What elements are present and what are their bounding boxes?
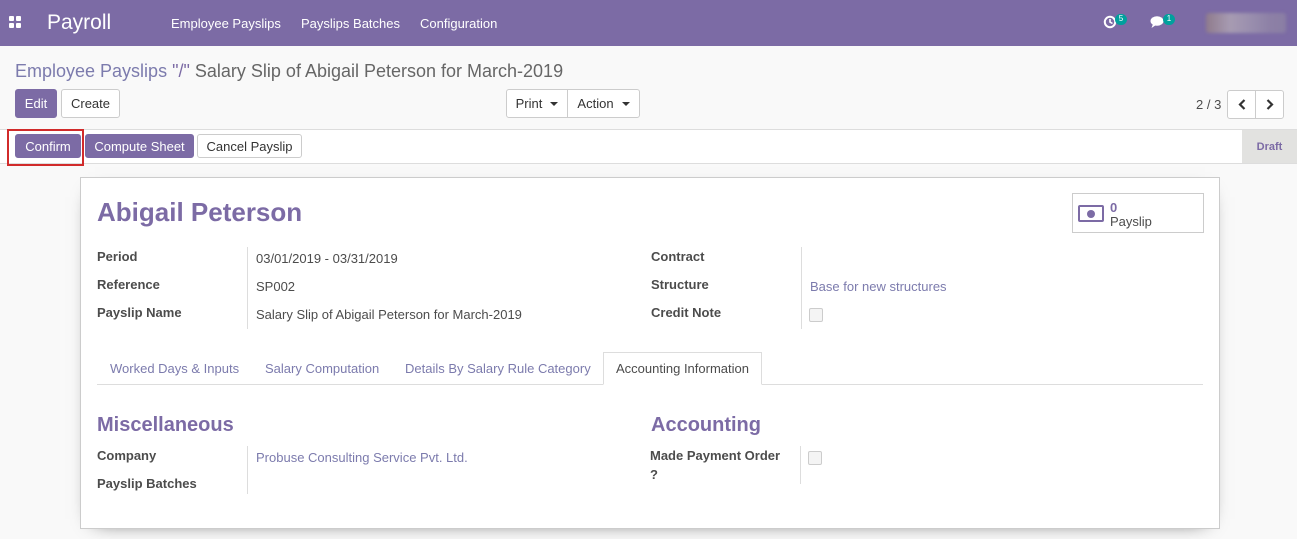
- left-group-divider: [247, 247, 248, 329]
- apps-menu-icon[interactable]: [9, 16, 21, 28]
- tab-salary-computation[interactable]: Salary Computation: [265, 361, 379, 376]
- pager-next-button[interactable]: [1255, 90, 1284, 119]
- payslip-batches-label: Payslip Batches: [97, 476, 197, 491]
- accounting-group-divider: [800, 446, 801, 484]
- breadcrumb-separator: "/": [172, 61, 190, 81]
- print-dropdown-button[interactable]: Print: [506, 89, 568, 118]
- payslip-smart-button[interactable]: 0 Payslip: [1072, 193, 1204, 233]
- period-label: Period: [97, 249, 138, 264]
- structure-link[interactable]: Base for new structures: [810, 279, 947, 294]
- tab-accounting-information[interactable]: Accounting Information: [603, 352, 762, 385]
- edit-button[interactable]: Edit: [15, 89, 57, 118]
- pager-value[interactable]: 2 / 3: [1196, 97, 1221, 112]
- pager-previous-button[interactable]: [1227, 90, 1256, 119]
- breadcrumb: Employee Payslips "/" Salary Slip of Abi…: [15, 61, 563, 82]
- confirm-button[interactable]: Confirm: [15, 134, 81, 158]
- money-bill-icon: [1078, 205, 1104, 222]
- company-link[interactable]: Probuse Consulting Service Pvt. Ltd.: [256, 450, 468, 465]
- print-caret-icon: [550, 101, 559, 106]
- accounting-title: Accounting: [651, 414, 761, 436]
- payslip-name-value: Salary Slip of Abigail Peterson for Marc…: [256, 307, 522, 322]
- structure-label: Structure: [651, 277, 709, 292]
- made-payment-order-checkbox[interactable]: [808, 451, 822, 465]
- action-label: Action: [577, 96, 614, 111]
- made-payment-order-label: Made Payment Order: [650, 448, 781, 463]
- cancel-payslip-button[interactable]: Cancel Payslip: [197, 134, 302, 158]
- chevron-right-icon: [1266, 99, 1274, 110]
- employee-name: Abigail Peterson: [97, 197, 303, 227]
- form-statusbar: [0, 129, 1297, 164]
- credit-note-checkbox[interactable]: [809, 308, 823, 322]
- menu-payslips-batches[interactable]: Payslips Batches: [301, 16, 400, 31]
- payslip-name-label: Payslip Name: [97, 305, 182, 320]
- messages-count-badge: 1: [1163, 14, 1175, 25]
- action-caret-icon: [621, 101, 630, 106]
- miscellaneous-title: Miscellaneous: [97, 414, 234, 436]
- chevron-left-icon: [1237, 99, 1245, 110]
- user-menu-avatar[interactable]: [1206, 13, 1286, 33]
- credit-note-label: Credit Note: [651, 305, 722, 320]
- status-draft: Draft: [1242, 130, 1297, 163]
- period-value: 03/01/2019 - 03/31/2019: [256, 251, 398, 266]
- reference-value: SP002: [256, 279, 296, 294]
- app-title[interactable]: Payroll: [47, 11, 111, 35]
- breadcrumb-parent-link[interactable]: Employee Payslips: [15, 61, 167, 81]
- top-navbar: Payroll Employee Payslips Payslips Batch…: [0, 0, 1297, 46]
- activity-count-badge: 5: [1115, 14, 1127, 25]
- tab-details-by-salary-rule-category[interactable]: Details By Salary Rule Category: [405, 361, 591, 376]
- reference-label: Reference: [97, 277, 160, 292]
- menu-configuration[interactable]: Configuration: [420, 16, 497, 31]
- payslip-count-label: Payslip: [1110, 214, 1152, 229]
- tab-worked-days-inputs[interactable]: Worked Days & Inputs: [110, 361, 239, 376]
- made-payment-order-label-qmark: ?: [650, 467, 658, 482]
- breadcrumb-current: Salary Slip of Abigail Peterson for Marc…: [194, 61, 564, 81]
- menu-employee-payslips[interactable]: Employee Payslips: [171, 16, 281, 31]
- create-button[interactable]: Create: [61, 89, 120, 118]
- misc-group-divider: [247, 446, 248, 494]
- compute-sheet-button[interactable]: Compute Sheet: [85, 134, 194, 158]
- print-label: Print: [515, 96, 543, 111]
- contract-label: Contract: [651, 249, 705, 264]
- company-label: Company: [97, 448, 157, 463]
- payslip-count: 0: [1110, 200, 1118, 215]
- right-group-divider: [801, 247, 802, 329]
- action-dropdown-button[interactable]: Action: [567, 89, 640, 118]
